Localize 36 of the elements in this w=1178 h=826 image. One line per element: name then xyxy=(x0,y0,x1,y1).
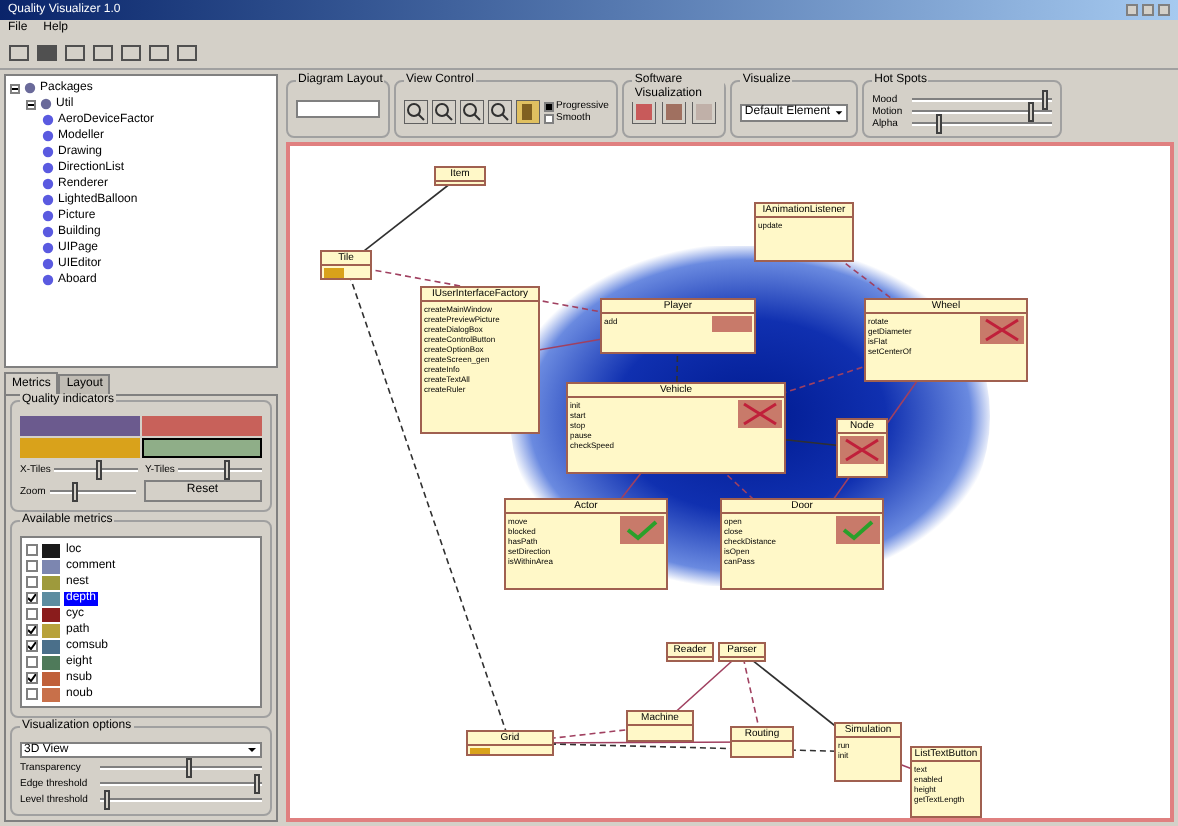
checkbox[interactable] xyxy=(544,101,554,111)
checkbox[interactable] xyxy=(26,672,38,684)
color-swatch[interactable] xyxy=(142,438,262,458)
view-mode-icon[interactable] xyxy=(632,100,657,124)
checkbox[interactable] xyxy=(26,656,38,668)
color-swatch[interactable] xyxy=(142,416,262,436)
maximize-icon[interactable] xyxy=(1142,4,1154,16)
zoom-out-icon[interactable] xyxy=(432,100,456,124)
dropdown-arrow-icon xyxy=(246,744,258,756)
zoom-fit-icon[interactable] xyxy=(488,100,512,124)
hotspot-slider[interactable] xyxy=(912,106,1053,118)
checkbox[interactable] xyxy=(26,592,38,604)
view-mode-icon[interactable] xyxy=(692,100,717,124)
checkbox[interactable] xyxy=(26,624,38,636)
checkbox[interactable] xyxy=(26,640,38,652)
hotspot-slider[interactable] xyxy=(912,94,1053,106)
color-swatch[interactable] xyxy=(20,416,140,436)
layout-dropdown[interactable] xyxy=(296,100,380,118)
view-mode-icon[interactable] xyxy=(662,100,687,124)
checkbox[interactable] xyxy=(26,608,38,620)
threshold-slider[interactable] xyxy=(100,794,262,806)
collapse-icon[interactable] xyxy=(26,99,36,109)
collapse-icon[interactable] xyxy=(10,83,20,93)
checkbox[interactable] xyxy=(26,576,38,588)
zoom-icon[interactable] xyxy=(460,100,484,124)
color-swatch[interactable] xyxy=(20,438,140,458)
zoom-in-icon[interactable] xyxy=(404,100,428,124)
close-icon[interactable] xyxy=(1158,4,1170,16)
dropdown-arrow-icon xyxy=(834,107,845,117)
checkbox[interactable] xyxy=(26,544,38,556)
checkbox[interactable] xyxy=(544,113,554,123)
threshold-slider[interactable] xyxy=(100,778,262,790)
checkbox[interactable] xyxy=(26,688,38,700)
door-icon[interactable] xyxy=(516,100,540,124)
checkbox[interactable] xyxy=(26,560,38,572)
minimize-icon[interactable] xyxy=(1126,4,1138,16)
